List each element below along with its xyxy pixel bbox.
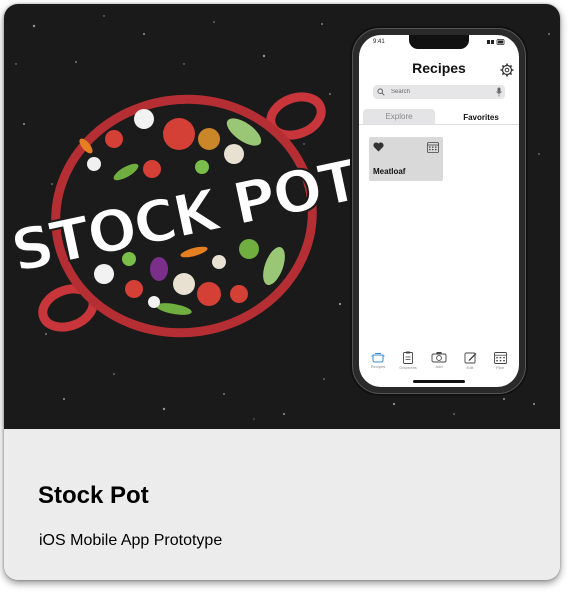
camera-icon bbox=[431, 352, 447, 363]
card-title[interactable]: Stock Pot bbox=[38, 482, 149, 510]
clipboard-icon bbox=[403, 351, 413, 364]
app-title: Recipes bbox=[412, 60, 466, 76]
status-time: 9:41 bbox=[373, 39, 385, 45]
project-card[interactable]: STOCK POT 9:41 Recipes Search Explore Fa… bbox=[4, 4, 560, 580]
tab-explore[interactable]: Explore bbox=[363, 109, 435, 125]
edit-icon bbox=[464, 352, 476, 364]
hero-image: STOCK POT 9:41 Recipes Search Explore Fa… bbox=[4, 4, 560, 429]
calendar-icon[interactable] bbox=[427, 141, 439, 153]
microphone-icon[interactable] bbox=[496, 87, 502, 97]
tabbar-label: Edit bbox=[466, 365, 474, 370]
calendar-icon bbox=[493, 352, 507, 364]
tabbar-add[interactable]: Add bbox=[426, 351, 452, 381]
card-subtitle: iOS Mobile App Prototype bbox=[39, 532, 223, 549]
gear-icon[interactable] bbox=[500, 63, 514, 77]
tab-favorites[interactable]: Favorites bbox=[443, 109, 519, 125]
heart-icon[interactable] bbox=[373, 142, 384, 152]
tabbar-edit[interactable]: Edit bbox=[457, 351, 483, 381]
phone-notch bbox=[409, 35, 469, 49]
home-indicator bbox=[413, 380, 465, 383]
tab-divider bbox=[359, 124, 519, 125]
tabbar-recipes[interactable]: Recipes bbox=[365, 351, 391, 381]
tabbar-groceries[interactable]: Groceries bbox=[395, 351, 421, 381]
tabbar-label: Add bbox=[435, 364, 443, 369]
search-input[interactable] bbox=[373, 85, 505, 99]
battery-icon bbox=[487, 39, 505, 47]
phone-screen: 9:41 Recipes Search Explore Favorites Me… bbox=[359, 35, 519, 387]
tabbar-label: Plan bbox=[495, 365, 504, 370]
tabbar-label: Recipes bbox=[370, 364, 386, 369]
tabbar-plan[interactable]: Plan bbox=[487, 351, 513, 381]
tabbar-label: Groceries bbox=[399, 365, 417, 370]
search-icon bbox=[377, 88, 385, 96]
phone-mockup: 9:41 Recipes Search Explore Favorites Me… bbox=[352, 28, 526, 394]
segment-tabs: Explore Favorites bbox=[359, 107, 519, 125]
recipe-name: Meatloaf bbox=[373, 167, 406, 176]
pot-icon bbox=[371, 353, 385, 363]
recipe-card[interactable]: Meatloaf bbox=[369, 137, 443, 181]
